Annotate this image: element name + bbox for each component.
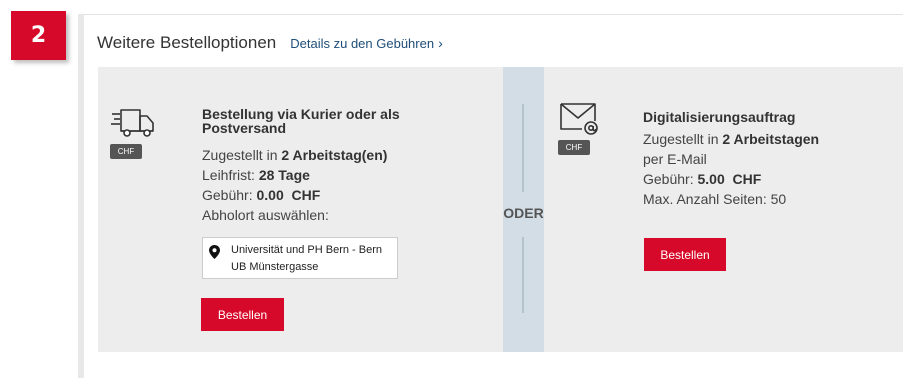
courier-title: Bestellung via Kurier oder als Postversa… — [202, 106, 400, 136]
digital-max-pages: Max. Anzahl Seiten: 50 — [643, 191, 787, 207]
order-options-panel: Weitere Bestelloptionen Details zu den G… — [84, 14, 903, 378]
delivered-prefix: Zugestellt in — [643, 131, 723, 147]
panel-header: Weitere Bestelloptionen Details zu den G… — [97, 33, 443, 53]
loan-prefix: Leihfrist: — [202, 167, 259, 183]
courier-details: Bestellung via Kurier oder als Postversa… — [202, 107, 472, 225]
courier-option: CHF Bestellung via Kurier oder als Postv… — [98, 67, 503, 352]
delivered-value: 2 Arbeitstag(en) — [281, 147, 388, 163]
loan-value: 28 Tage — [258, 167, 310, 183]
location-line-1: Universität und PH Bern - Bern — [231, 244, 383, 256]
digital-title: Digitalisierungsauftrag — [643, 109, 796, 125]
fees-details-link-label: Details zu den Gebühren — [290, 36, 435, 51]
courier-delivery-time: Zugestellt in 2 Arbeitstag(en) — [202, 145, 472, 165]
options-divider: ODER — [503, 67, 544, 352]
step-number-badge: 2 — [11, 11, 66, 60]
fee-value: 5.00 CHF — [697, 171, 762, 187]
pickup-location-select[interactable]: Universität und PH Bern - Bern UB Münste… — [202, 237, 398, 279]
divider-line-bottom — [522, 237, 524, 313]
page-title: Weitere Bestelloptionen — [97, 33, 277, 52]
fees-details-link[interactable]: Details zu den Gebühren › — [290, 35, 442, 51]
courier-fee: Gebühr: 0.00 CHF — [202, 185, 472, 205]
divider-line-top — [522, 104, 524, 192]
location-line-2: UB Münstergasse — [231, 261, 319, 273]
digitization-option: CHF Digitalisierungsauftrag Zugestellt i… — [544, 67, 903, 352]
digital-delivery-time: Zugestellt in 2 Arbeitstagen — [643, 129, 903, 149]
chevron-right-icon: › — [438, 35, 443, 51]
currency-badge: CHF — [110, 144, 142, 159]
digital-delivery-method: per E-Mail — [643, 151, 707, 167]
location-pin-icon — [209, 245, 220, 259]
pickup-label: Abholort auswählen: — [202, 207, 329, 223]
digital-fee: Gebühr: 5.00 CHF — [643, 169, 903, 189]
options-container: CHF Bestellung via Kurier oder als Postv… — [98, 67, 903, 352]
fee-prefix: Gebühr: — [643, 171, 698, 187]
courier-icon-group: CHF — [110, 105, 158, 159]
fee-prefix: Gebühr: — [202, 187, 257, 203]
digital-icon-group: CHF — [558, 99, 606, 155]
courier-order-button[interactable]: Bestellen — [201, 298, 284, 331]
email-envelope-icon — [560, 103, 598, 135]
fee-value: 0.00 CHF — [256, 187, 321, 203]
delivered-value: 2 Arbeitstagen — [722, 131, 820, 147]
courier-loan-period: Leihfrist: 28 Tage — [202, 165, 472, 185]
delivered-prefix: Zugestellt in — [202, 147, 282, 163]
delivery-truck-icon — [111, 109, 154, 137]
digital-order-button[interactable]: Bestellen — [644, 238, 726, 271]
currency-badge: CHF — [558, 140, 590, 155]
digital-details: Digitalisierungsauftrag Zugestellt in 2 … — [643, 107, 903, 209]
divider-label: ODER — [503, 205, 544, 221]
